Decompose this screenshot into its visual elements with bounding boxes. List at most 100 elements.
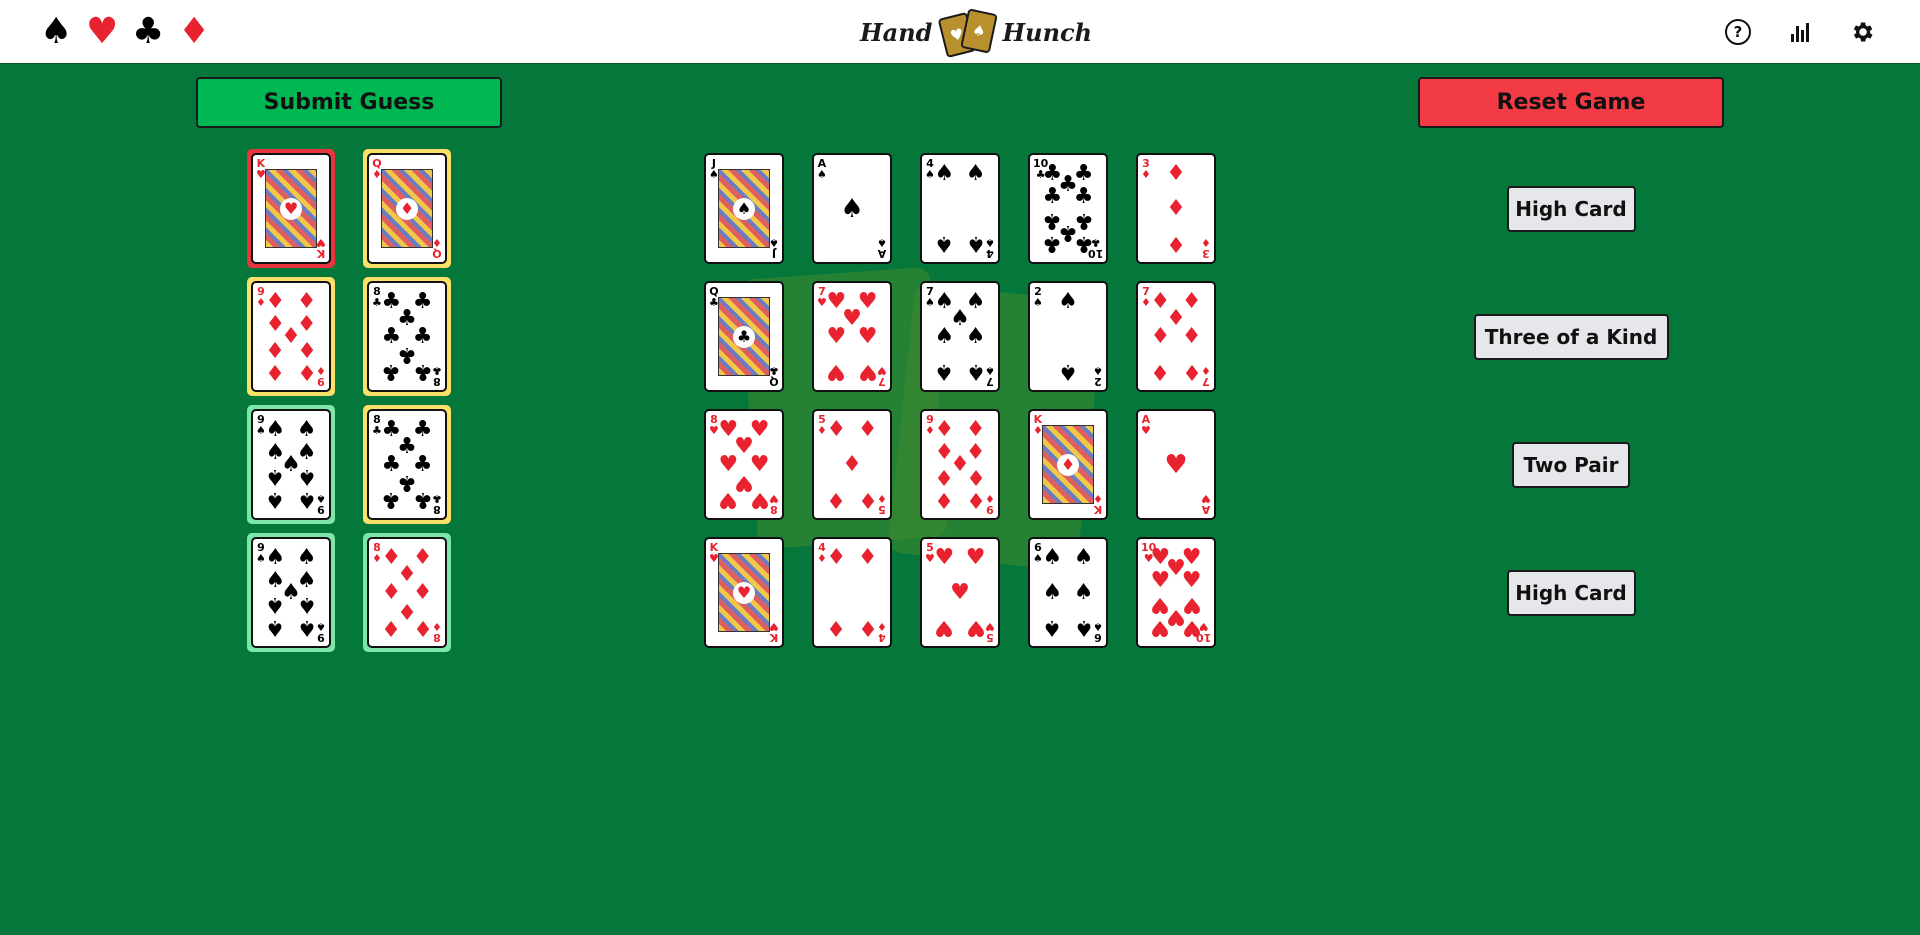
face-card-portrait: ♥ [265,169,317,248]
playing-card-a-spades[interactable]: A ♠ A ♠ ♠ [812,153,892,264]
card-suit-icon: ♦ [396,197,418,220]
guess-card-slot[interactable]: K ♥ K ♥ ♥ [247,149,335,268]
card-pip: ♥ [857,323,878,349]
card-pip: ♥ [965,544,986,570]
card-pip: ♠ [1042,615,1063,641]
card-pip: ♣ [1073,183,1094,209]
reset-game-button[interactable]: Reset Game [1418,77,1724,128]
card-pip: ♠ [265,464,286,490]
playing-card-k-diamonds[interactable]: K ♦ K ♦ ♦ [1028,409,1108,520]
playing-card-9-spades[interactable]: 9 ♠ 9 ♠ ♠ ♠ ♠ ♠ ♠ ♠ ♠ ♠ ♠ [251,409,331,520]
card-pip: ♣ [1042,231,1063,257]
card-corner-index: J ♠ [769,236,779,260]
card-pips: ♠ ♠ ♠ ♠ [932,162,988,256]
card-pip: ♥ [1164,449,1188,480]
card-pip: ♠ [265,544,286,570]
playing-card-4-spades[interactable]: 4 ♠ 4 ♠ ♠ ♠ ♠ ♠ [920,153,1000,264]
card-pip: ♠ [296,416,317,442]
card-pips: ♥ ♥ ♥ ♥ ♥ ♥ ♥ [824,290,880,384]
card-pips: ♣ ♣ ♣ ♣ ♣ ♣ ♣ ♣ [379,290,435,384]
guess-card-slot[interactable]: Q ♦ Q ♦ ♦ [363,149,451,268]
card-pip: ♦ [1181,323,1202,349]
playing-card-9-diamonds[interactable]: 9 ♦ 9 ♦ ♦ ♦ ♦ ♦ ♦ ♦ ♦ ♦ ♦ [920,409,1000,520]
hand-type-label-row-4[interactable]: High Card [1506,570,1636,616]
card-pip: ♠ [1042,579,1063,605]
playing-card-7-hearts[interactable]: 7 ♥ 7 ♥ ♥ ♥ ♥ ♥ ♥ ♥ ♥ [812,281,892,392]
card-pip: ♠ [1073,544,1094,570]
playing-card-8-clubs[interactable]: 8 ♣ 8 ♣ ♣ ♣ ♣ ♣ ♣ ♣ ♣ ♣ [367,409,447,520]
card-pip: ♥ [1181,615,1202,641]
playing-card-9-diamonds[interactable]: 9 ♦ 9 ♦ ♦ ♦ ♦ ♦ ♦ ♦ ♦ ♦ ♦ [251,281,331,392]
card-pip: ♣ [1073,231,1094,257]
top-bar: ♠ ♥ ♣ ♦ Hand ♥ ♠ Hunch ? [0,0,1920,64]
card-pips: ♦ ♦ ♦ ♦ ♦ [824,418,880,512]
hand-type-label-row-3[interactable]: Two Pair [1512,442,1630,488]
guess-card-slot[interactable]: 9 ♠ 9 ♠ ♠ ♠ ♠ ♠ ♠ ♠ ♠ ♠ ♠ [247,405,335,524]
card-pip: ♦ [826,615,847,641]
card-pip: ♠ [965,323,986,349]
card-pips: ♠ [824,167,880,250]
playing-card-7-spades[interactable]: 7 ♠ 7 ♠ ♠ ♠ ♠ ♠ ♠ ♠ ♠ [920,281,1000,392]
card-pip: ♣ [412,359,433,385]
help-icon[interactable]: ? [1720,14,1756,50]
stats-icon[interactable] [1782,14,1818,50]
card-corner-index: Q ♣ [769,364,779,388]
card-pip: ♦ [1150,323,1171,349]
card-pip: ♠ [1073,615,1094,641]
card-pip: ♥ [1150,567,1171,593]
card-pips: ♥ ♥ ♥ ♥ ♥ ♥ ♥ ♥ [716,418,772,512]
card-pip: ♠ [965,231,986,257]
hand-type-label-row-2[interactable]: Three of a Kind [1473,314,1669,360]
guess-card-slot[interactable]: 9 ♠ 9 ♠ ♠ ♠ ♠ ♠ ♠ ♠ ♠ ♠ ♠ [247,533,335,652]
card-pip: ♦ [842,451,862,477]
playing-card-q-diamonds[interactable]: Q ♦ Q ♦ ♦ [367,153,447,264]
playing-card-q-clubs[interactable]: Q ♣ Q ♣ ♣ [704,281,784,392]
guess-card-slot[interactable]: 9 ♦ 9 ♦ ♦ ♦ ♦ ♦ ♦ ♦ ♦ ♦ ♦ [247,277,335,396]
guess-card-slot[interactable]: 8 ♣ 8 ♣ ♣ ♣ ♣ ♣ ♣ ♣ ♣ ♣ [363,277,451,396]
guess-card-slot[interactable]: 8 ♦ 8 ♦ ♦ ♦ ♦ ♦ ♦ ♦ ♦ ♦ [363,533,451,652]
guess-card-slot[interactable]: 8 ♣ 8 ♣ ♣ ♣ ♣ ♣ ♣ ♣ ♣ ♣ [363,405,451,524]
face-card-portrait: ♠ [718,169,770,248]
card-pip: ♦ [296,288,317,314]
card-corner-index: K ♥ [316,236,326,260]
playing-card-8-clubs[interactable]: 8 ♣ 8 ♣ ♣ ♣ ♣ ♣ ♣ ♣ ♣ ♣ [367,281,447,392]
brand-word-right: Hunch [1002,17,1093,47]
playing-card-a-hearts[interactable]: A ♥ A ♥ ♥ [1136,409,1216,520]
playing-card-8-hearts[interactable]: 8 ♥ 8 ♥ ♥ ♥ ♥ ♥ ♥ ♥ ♥ ♥ [704,409,784,520]
playing-card-3-diamonds[interactable]: 3 ♦ 3 ♦ ♦ ♦ ♦ [1136,153,1216,264]
card-suit-icon: ♠ [733,197,755,220]
card-pip: ♣ [381,487,402,513]
card-pip: ♦ [934,416,955,442]
playing-card-5-hearts[interactable]: 5 ♥ 5 ♥ ♥ ♥ ♥ ♥ ♥ [920,537,1000,648]
submit-guess-button[interactable]: Submit Guess [196,77,502,128]
card-pip: ♥ [1150,615,1171,641]
playing-card-9-spades[interactable]: 9 ♠ 9 ♠ ♠ ♠ ♠ ♠ ♠ ♠ ♠ ♠ ♠ [251,537,331,648]
card-pips: ♠ ♠ ♠ ♠ ♠ ♠ ♠ [932,290,988,384]
playing-card-2-spades[interactable]: 2 ♠ 2 ♠ ♠ ♠ [1028,281,1108,392]
card-pips: ♦ ♦ ♦ [1148,162,1204,256]
playing-card-10-clubs[interactable]: 10 ♣ 10 ♣ ♣ ♣ ♣ ♣ ♣ ♣ ♣ ♣ ♣ ♣ [1028,153,1108,264]
playing-card-k-hearts[interactable]: K ♥ K ♥ ♥ [251,153,331,264]
card-pips: ♥ ♥ ♥ ♥ ♥ [932,546,988,640]
card-pip: ♠ [296,592,317,618]
playing-card-5-diamonds[interactable]: 5 ♦ 5 ♦ ♦ ♦ ♦ ♦ ♦ [812,409,892,520]
face-card-portrait: ♣ [718,297,770,376]
settings-icon[interactable] [1844,14,1880,50]
card-suit-icon: ♣ [769,364,779,377]
diamond-icon: ♦ [178,11,211,52]
playing-card-4-diamonds[interactable]: 4 ♦ 4 ♦ ♦ ♦ ♦ ♦ [812,537,892,648]
playing-card-8-diamonds[interactable]: 8 ♦ 8 ♦ ♦ ♦ ♦ ♦ ♦ ♦ ♦ ♦ [367,537,447,648]
card-pips: ♠ ♠ ♠ ♠ ♠ ♠ [1040,546,1096,640]
card-suit-icon: ♣ [733,325,755,348]
playing-card-7-diamonds[interactable]: 7 ♦ 7 ♦ ♦ ♦ ♦ ♦ ♦ ♦ ♦ [1136,281,1216,392]
card-pip: ♠ [934,323,955,349]
playing-card-k-hearts[interactable]: K ♥ K ♥ ♥ [704,537,784,648]
playing-card-10-hearts[interactable]: 10 ♥ 10 ♥ ♥ ♥ ♥ ♥ ♥ ♥ ♥ ♥ ♥ ♥ [1136,537,1216,648]
card-pip: ♦ [857,416,878,442]
hand-type-label-row-1[interactable]: High Card [1506,186,1636,232]
playing-card-6-spades[interactable]: 6 ♠ 6 ♠ ♠ ♠ ♠ ♠ ♠ ♠ [1028,537,1108,648]
card-corner-index: K ♦ [1093,492,1103,516]
playing-card-j-spades[interactable]: J ♠ J ♠ ♠ [704,153,784,264]
card-pip: ♦ [1166,160,1186,186]
card-pip: ♥ [718,487,739,513]
